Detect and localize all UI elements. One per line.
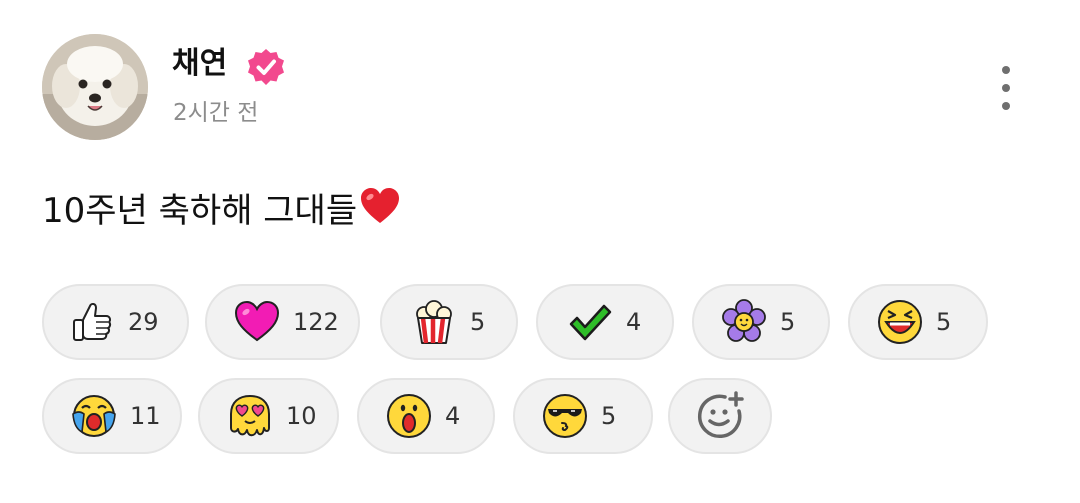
dog-avatar-image — [42, 34, 148, 140]
reaction-check[interactable]: 4 — [536, 284, 674, 360]
reaction-count: 11 — [130, 402, 161, 430]
thumbs-up-icon — [73, 302, 112, 341]
laughing-face-icon — [878, 300, 922, 344]
verified-badge-icon — [248, 49, 284, 85]
sunglasses-kiss-face-icon — [543, 394, 587, 438]
reaction-count: 5 — [601, 402, 617, 430]
reaction-laughing[interactable]: 5 — [848, 284, 988, 360]
reaction-count: 10 — [286, 402, 317, 430]
reaction-count: 5 — [470, 308, 486, 336]
reaction-count: 122 — [293, 308, 339, 336]
reaction-flower[interactable]: 5 — [692, 284, 830, 360]
author-avatar[interactable] — [42, 34, 148, 140]
popcorn-icon — [416, 300, 452, 344]
reaction-sunglasses[interactable]: 5 — [513, 378, 653, 454]
pink-heart-icon — [234, 300, 280, 342]
crying-laughing-face-icon — [72, 395, 116, 437]
heart-eyes-melting-face-icon — [230, 395, 270, 437]
reaction-count: 29 — [128, 308, 159, 336]
reaction-heart[interactable]: 122 — [205, 284, 360, 360]
surprised-face-icon — [387, 394, 431, 438]
post-body: 10주년 축하해 그대들 — [42, 186, 401, 236]
green-check-icon — [569, 304, 612, 341]
menu-dot — [1002, 102, 1010, 110]
reaction-crying-laughing[interactable]: 11 — [42, 378, 182, 454]
reaction-heart-eyes[interactable]: 10 — [198, 378, 339, 454]
reaction-popcorn[interactable]: 5 — [380, 284, 518, 360]
reaction-count: 5 — [780, 308, 796, 336]
post-timestamp: 2시간 전 — [173, 100, 259, 126]
post-text: 10주년 축하해 그대들 — [42, 191, 358, 231]
add-emoji-icon — [697, 391, 744, 439]
menu-dot — [1002, 66, 1010, 74]
reaction-count: 5 — [936, 308, 952, 336]
reaction-thumbs-up[interactable]: 29 — [42, 284, 189, 360]
menu-dot — [1002, 84, 1010, 92]
reaction-surprised[interactable]: 4 — [357, 378, 495, 454]
add-reaction-button[interactable] — [668, 378, 772, 454]
purple-flower-icon — [722, 299, 766, 342]
reaction-count: 4 — [626, 308, 642, 336]
red-heart-icon — [361, 188, 400, 223]
reaction-count: 4 — [445, 402, 461, 430]
more-vertical-icon[interactable] — [988, 62, 1024, 114]
author-name[interactable]: 채연 — [172, 42, 227, 86]
